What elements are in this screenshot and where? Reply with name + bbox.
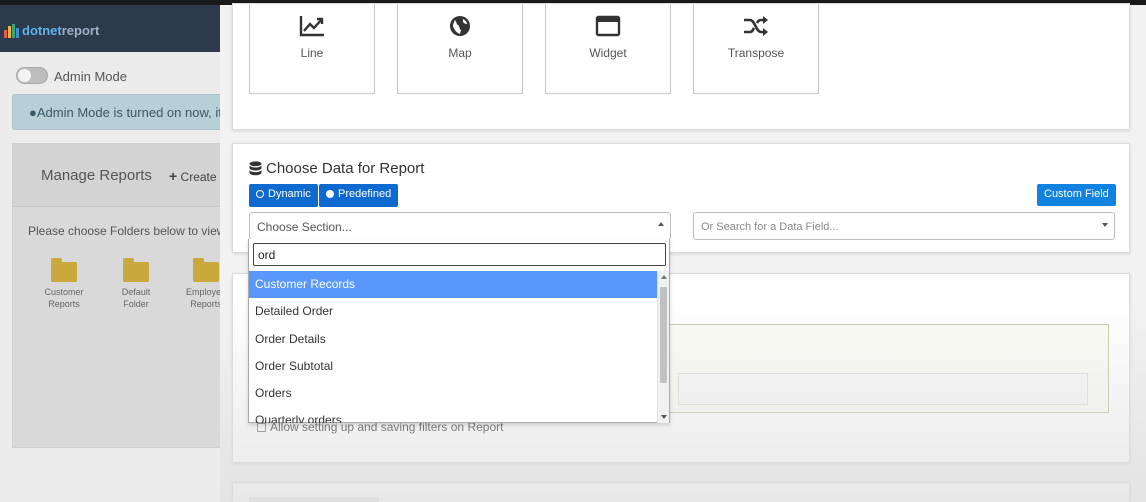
chart-type-transpose[interactable]: Transpose xyxy=(693,4,819,94)
folder-default-folder[interactable]: Default Folder xyxy=(111,258,161,310)
predefined-label: Predefined xyxy=(338,188,392,200)
logo-bar xyxy=(8,26,11,38)
admin-alert-text: Admin Mode is turned on now, it xyxy=(36,105,222,120)
radio-empty-icon xyxy=(256,190,264,198)
folder-icon xyxy=(193,258,219,282)
folder-icon xyxy=(51,258,77,282)
section-option[interactable]: Detailed Order xyxy=(249,298,657,325)
navbar: dotnetreport xyxy=(0,5,230,52)
admin-mode-label: Admin Mode xyxy=(54,69,127,84)
logo-bar xyxy=(12,24,15,38)
predefined-toggle-button[interactable]: Predefined xyxy=(319,184,399,207)
data-field-search-select[interactable]: Or Search for a Data Field... xyxy=(693,212,1115,240)
line-chart-icon xyxy=(250,14,374,40)
caret-up-icon xyxy=(658,222,664,226)
filter-row xyxy=(678,373,1088,405)
folder-label: Folder xyxy=(123,299,149,309)
folder-label: Default xyxy=(121,287,151,297)
choose-section-select[interactable]: Choose Section... xyxy=(249,212,671,240)
chart-type-widget[interactable]: Widget xyxy=(545,4,671,94)
logo-bar xyxy=(16,28,19,38)
info-circle-icon: ● xyxy=(29,105,37,120)
globe-icon xyxy=(398,14,522,40)
section-option[interactable]: Quarterly orders xyxy=(249,407,657,423)
section-option[interactable]: Customer Records xyxy=(249,271,657,299)
checkbox-icon[interactable] xyxy=(257,422,266,432)
choose-folders-text: Please choose Folders below to view xyxy=(28,224,226,238)
dropdown-scrollbar[interactable] xyxy=(657,271,669,423)
logo-bars-icon xyxy=(4,24,19,38)
choose-data-title: Choose Data for Report xyxy=(249,160,424,177)
scroll-down-icon[interactable] xyxy=(661,415,667,419)
logo-prefix: dotnet xyxy=(22,23,62,38)
custom-field-button[interactable]: Custom Field xyxy=(1037,184,1116,206)
logo-text: dotnetreport xyxy=(22,23,99,38)
logo-suffix: report xyxy=(61,23,100,38)
chart-type-label: Transpose xyxy=(727,46,785,60)
folder-label: Customer xyxy=(44,287,84,297)
data-field-placeholder: Or Search for a Data Field... xyxy=(701,221,839,233)
folder-label: Reports xyxy=(190,299,222,309)
caret-down-icon xyxy=(1102,223,1108,227)
choose-section-text: Choose Section... xyxy=(257,220,352,234)
scroll-up-icon[interactable] xyxy=(661,275,667,279)
choose-section-dropdown: Customer Records Detailed Order Order De… xyxy=(248,239,670,423)
database-icon xyxy=(249,161,262,176)
schedule-title-placeholder xyxy=(249,497,379,502)
logo[interactable]: dotnetreport xyxy=(4,23,99,38)
folder-label: Reports xyxy=(48,299,80,309)
section-options-list: Customer Records Detailed Order Order De… xyxy=(249,271,657,423)
dynamic-toggle-button[interactable]: Dynamic xyxy=(249,184,318,207)
shuffle-icon xyxy=(694,14,818,40)
radio-filled-icon xyxy=(326,190,334,198)
create-label: Create xyxy=(180,170,217,184)
section-option[interactable]: Order Subtotal xyxy=(249,353,657,380)
admin-mode-toggle[interactable] xyxy=(16,67,48,84)
folder-icon xyxy=(123,258,149,282)
filter-area xyxy=(657,324,1109,413)
section-option[interactable]: Order Details xyxy=(249,326,657,353)
chart-type-map[interactable]: Map xyxy=(397,4,523,94)
section-search-input[interactable] xyxy=(253,243,666,266)
logo-bar xyxy=(4,30,7,38)
window-icon xyxy=(546,14,670,40)
dynamic-label: Dynamic xyxy=(268,188,311,200)
folder-customer-reports[interactable]: Customer Reports xyxy=(39,258,89,310)
create-report-button[interactable]: + Create xyxy=(169,168,217,184)
schedule-card xyxy=(232,482,1130,502)
choose-data-card: Choose Data for Report Dynamic Predefine… xyxy=(232,143,1130,253)
section-option[interactable]: Orders xyxy=(249,380,657,407)
plus-icon: + xyxy=(169,168,178,184)
chart-type-label: Line xyxy=(300,46,324,60)
chart-type-label: Widget xyxy=(589,46,627,60)
chart-type-card: Line Map Widget Transpose xyxy=(232,3,1130,130)
chart-type-line[interactable]: Line xyxy=(249,4,375,94)
choose-data-title-text: Choose Data for Report xyxy=(266,160,425,177)
manage-reports-title: Manage Reports xyxy=(41,167,152,184)
scroll-thumb[interactable] xyxy=(660,287,667,383)
chart-type-label: Map xyxy=(448,46,472,60)
